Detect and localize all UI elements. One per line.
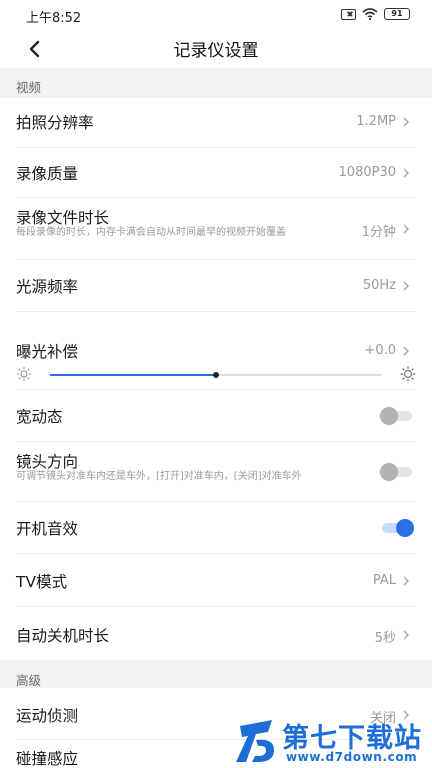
boot-sound-toggle[interactable] (380, 519, 414, 537)
setting-title: 录像质量 (16, 165, 79, 183)
chevron-right-icon (403, 168, 409, 178)
page-title: 记录仪设置 (173, 41, 259, 61)
chevron-right-icon (403, 224, 409, 234)
slider-thumb[interactable] (213, 372, 219, 378)
chevron-right-icon (403, 117, 409, 127)
toggle-knob (380, 463, 398, 481)
setting-title: 自动关机时长 (16, 627, 110, 645)
chevron-right-icon (403, 346, 409, 356)
lens-direction-toggle[interactable] (380, 463, 414, 481)
setting-title: 录像文件时长 (16, 209, 110, 227)
setting-description: 可调节镜头对准车内还是车外，[打开]对准车内，[关闭]对准车外 (16, 471, 302, 482)
toggle-knob (396, 519, 414, 537)
setting-title: 光源频率 (16, 278, 79, 296)
setting-lens-direction[interactable]: 镜头方向 可调节镜头对准车内还是车外，[打开]对准车内，[关闭]对准车外 (0, 442, 432, 502)
sun-dim-icon (17, 367, 31, 381)
slider-track[interactable] (50, 372, 382, 378)
section-label-advanced: 高级 (16, 673, 42, 688)
setting-title: 拍照分辨率 (16, 114, 94, 132)
setting-value: 1080P30 (338, 165, 396, 180)
slider-fill (50, 374, 216, 376)
setting-value: +0.0 (364, 343, 396, 358)
setting-video-duration[interactable]: 录像文件时长 每段录像的时长，内存卡满会自动从时间最早的视频开始覆盖 1分钟 (0, 198, 432, 260)
setting-value: 50Hz (362, 278, 396, 293)
setting-value: 1分钟 (361, 225, 396, 240)
chevron-right-icon (403, 576, 409, 586)
setting-video-quality[interactable]: 录像质量 1080P30 (0, 148, 432, 198)
watermark: 第七下载站 www.d7down.com (234, 712, 432, 768)
status-bar: 上午8:52 91 (0, 0, 432, 30)
section-header-video: 视频 (0, 68, 432, 98)
section-header-advanced: 高级 (0, 660, 432, 688)
section-label-video: 视频 (16, 80, 42, 95)
watermark-url: www.d7down.com (286, 750, 418, 764)
sun-bright-icon (400, 366, 416, 382)
setting-boot-sound[interactable]: 开机音效 (0, 502, 432, 554)
setting-title: 镜头方向 (16, 453, 79, 471)
no-sim-icon (341, 8, 356, 20)
toggle-knob (380, 407, 398, 425)
setting-value: 5秒 (374, 631, 396, 646)
chevron-right-icon (403, 281, 409, 291)
status-icons: 91 (341, 8, 410, 20)
setting-light-frequency[interactable]: 光源频率 50Hz (0, 260, 432, 312)
setting-value: 1.2MP (356, 114, 396, 129)
chevron-right-icon (403, 630, 409, 640)
exposure-slider[interactable] (16, 366, 416, 384)
setting-title: 运动侦测 (16, 707, 79, 725)
setting-title: 曝光补偿 (16, 343, 79, 361)
setting-auto-shutdown[interactable]: 自动关机时长 5秒 (0, 607, 432, 660)
nav-bar: 记录仪设置 (0, 30, 432, 68)
status-time: 上午8:52 (26, 11, 82, 26)
battery-icon: 91 (384, 8, 410, 20)
setting-title: TV模式 (16, 573, 68, 591)
setting-value: PAL (372, 573, 396, 588)
setting-wdr[interactable]: 宽动态 (0, 390, 432, 442)
setting-photo-resolution[interactable]: 拍照分辨率 1.2MP (0, 98, 432, 148)
setting-title: 碰撞感应 (16, 750, 79, 768)
wifi-icon (362, 8, 378, 20)
setting-title: 开机音效 (16, 520, 79, 538)
setting-tv-mode[interactable]: TV模式 PAL (0, 554, 432, 607)
wdr-toggle[interactable] (380, 407, 414, 425)
setting-description: 每段录像的时长，内存卡满会自动从时间最早的视频开始覆盖 (16, 227, 286, 238)
setting-title: 宽动态 (16, 408, 63, 426)
watermark-logo-icon (236, 720, 274, 762)
